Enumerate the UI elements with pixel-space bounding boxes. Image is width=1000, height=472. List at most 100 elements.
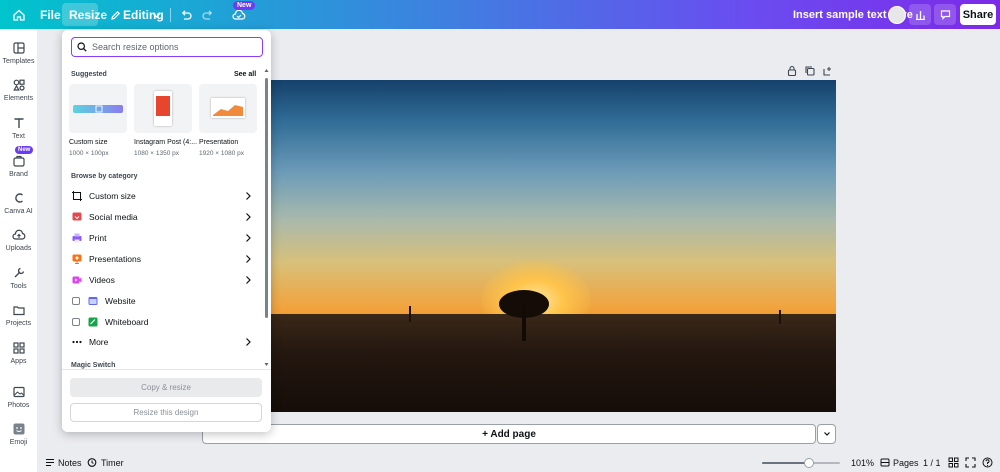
- suggested-size: 1080 × 1350 px: [134, 150, 179, 157]
- sidebar-item-canva-ai[interactable]: Canva AI: [0, 191, 37, 215]
- grid-view-icon[interactable]: [948, 457, 959, 468]
- category-custom-size[interactable]: Custom size: [70, 187, 256, 205]
- apps-icon: [12, 342, 25, 354]
- suggested-instagram-post-thumb[interactable]: [134, 84, 192, 133]
- cloud-check-icon: [232, 9, 246, 20]
- design-canvas-sunset-photo[interactable]: [271, 80, 836, 412]
- text-icon: [14, 118, 23, 128]
- resize-this-design-button[interactable]: Resize this design: [70, 403, 262, 422]
- zoom-level[interactable]: 101%: [851, 458, 874, 468]
- home-button[interactable]: [10, 6, 28, 24]
- magic-switch-heading: Magic Switch: [71, 362, 116, 369]
- suggested-name: Custom size: [69, 139, 108, 146]
- sidebar-item-text[interactable]: Text: [0, 116, 37, 140]
- see-all-link[interactable]: See all: [234, 71, 256, 78]
- custom-size-icon: [72, 191, 82, 201]
- suggested-size: 1000 × 100px: [69, 150, 109, 157]
- redo-button[interactable]: [199, 6, 217, 24]
- sidebar-item-uploads[interactable]: Uploads: [0, 228, 37, 252]
- whiteboard-checkbox[interactable]: [72, 318, 80, 326]
- lock-icon[interactable]: [786, 65, 798, 77]
- chevron-right-icon: [246, 213, 251, 221]
- sidebar-item-emoji[interactable]: Emoji: [0, 422, 37, 446]
- scroll-down-icon[interactable]: [264, 362, 269, 367]
- sidebar-item-projects[interactable]: Projects: [0, 303, 37, 327]
- add-page-button[interactable]: + Add page: [202, 424, 816, 444]
- panel-scrollbar[interactable]: [264, 68, 269, 370]
- comment-icon: [940, 10, 950, 20]
- suggested-name: Instagram Post (4:...: [134, 139, 198, 146]
- page-count: 1 / 1: [923, 458, 941, 468]
- home-icon: [13, 9, 25, 21]
- brand-icon: [12, 155, 25, 167]
- notes-button[interactable]: Notes: [58, 458, 82, 468]
- category-social-media[interactable]: Social media: [70, 208, 256, 226]
- projects-icon: [12, 306, 25, 316]
- resize-panel: Suggested See all Custom size 1000 × 100…: [62, 30, 271, 432]
- suggested-presentation-thumb[interactable]: [199, 84, 257, 133]
- chevron-right-icon: [246, 338, 251, 346]
- chevron-down-icon[interactable]: [147, 6, 165, 24]
- field-ground: [271, 314, 836, 412]
- category-whiteboard[interactable]: Whiteboard: [70, 313, 256, 331]
- top-toolbar: File Resize Editing New Insert sample te…: [0, 0, 1000, 29]
- insights-button[interactable]: [909, 4, 931, 25]
- sidebar-item-photos[interactable]: Photos: [0, 385, 37, 409]
- fullscreen-icon[interactable]: [965, 457, 976, 468]
- category-website[interactable]: Website: [70, 292, 256, 310]
- canva-ai-icon: [14, 193, 23, 203]
- suggested-heading: Suggested: [71, 71, 107, 78]
- chevron-down-icon: [823, 432, 830, 436]
- sidebar-item-templates[interactable]: Templates: [0, 41, 37, 65]
- undo-button[interactable]: [177, 6, 195, 24]
- search-resize-input[interactable]: [71, 37, 263, 57]
- zoom-slider-fill: [762, 462, 809, 464]
- sidebar-item-tools[interactable]: Tools: [0, 266, 37, 290]
- brand-new-badge: New: [15, 146, 34, 154]
- uploads-icon: [11, 229, 25, 240]
- pages-button[interactable]: Pages: [893, 458, 919, 468]
- more-icon: [72, 340, 82, 344]
- copy-and-resize-button[interactable]: Copy & resize: [70, 378, 262, 397]
- avatar[interactable]: [888, 6, 906, 24]
- chevron-right-icon: [246, 255, 251, 263]
- timer-button[interactable]: Timer: [101, 458, 124, 468]
- scroll-up-icon[interactable]: [264, 68, 269, 73]
- elements-icon: [12, 79, 25, 91]
- comments-button[interactable]: [934, 4, 956, 25]
- whiteboard-icon: [88, 317, 98, 327]
- toolbar-divider: [170, 8, 171, 22]
- panel-footer: Copy & resize Resize this design: [62, 369, 271, 432]
- power-pylon: [779, 310, 781, 324]
- emoji-icon: [13, 423, 24, 435]
- website-icon: [88, 297, 98, 305]
- website-checkbox[interactable]: [72, 297, 80, 305]
- bar-chart-icon: [915, 11, 925, 20]
- suggested-custom-size-thumb[interactable]: [69, 84, 127, 133]
- zoom-slider[interactable]: [762, 458, 840, 468]
- sidebar-item-apps[interactable]: Apps: [0, 341, 37, 365]
- print-icon: [72, 233, 82, 243]
- duplicate-page-icon[interactable]: [804, 65, 816, 77]
- sidebar-item-brand[interactable]: Brand: [0, 154, 37, 178]
- editing-pencil-icon: [106, 6, 124, 24]
- presentations-icon: [72, 254, 82, 264]
- category-videos[interactable]: Videos: [70, 271, 256, 289]
- help-icon[interactable]: [982, 457, 993, 468]
- category-presentations[interactable]: Presentations: [70, 250, 256, 268]
- pages-icon: [880, 458, 890, 467]
- scrollbar-thumb[interactable]: [265, 78, 268, 318]
- tools-icon: [14, 267, 24, 278]
- category-print[interactable]: Print: [70, 229, 256, 247]
- add-page-icon[interactable]: [822, 65, 834, 77]
- search-icon: [77, 42, 87, 52]
- file-menu[interactable]: File: [40, 8, 61, 22]
- share-button[interactable]: Share: [960, 4, 996, 25]
- zoom-slider-handle[interactable]: [803, 458, 814, 468]
- resize-menu[interactable]: Resize: [69, 8, 107, 22]
- suggested-name: Presentation: [199, 139, 239, 146]
- sidebar-item-elements[interactable]: Elements: [0, 78, 37, 102]
- left-sidebar: Templates Elements Text New Brand Canva …: [0, 29, 37, 472]
- add-page-options-button[interactable]: [817, 424, 836, 444]
- category-more[interactable]: More: [70, 333, 256, 351]
